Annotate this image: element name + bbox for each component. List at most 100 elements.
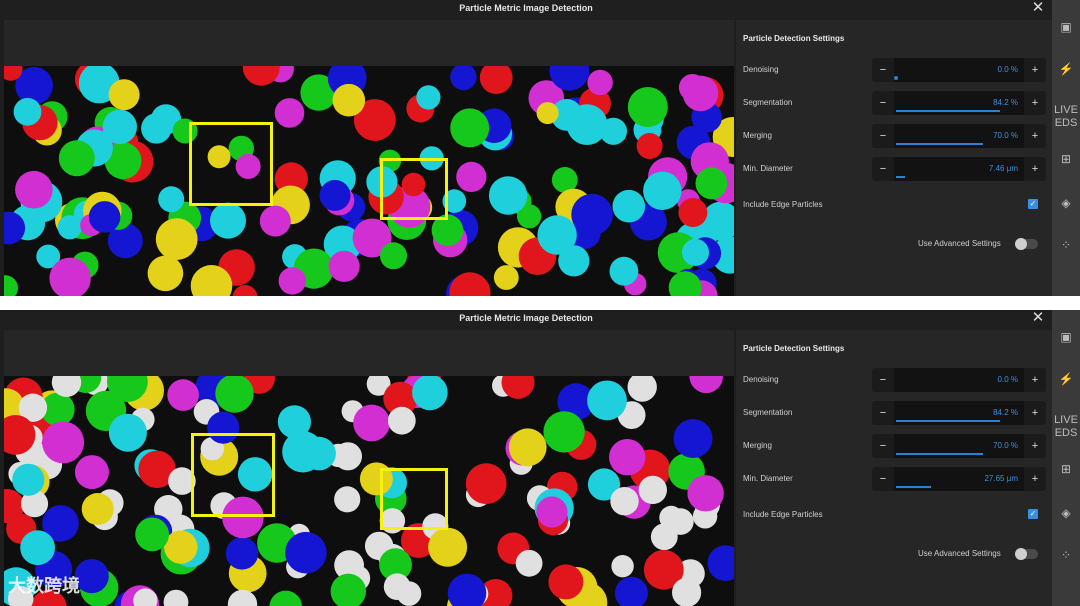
min-diameter-slider-fill[interactable] [896, 176, 905, 178]
particle [611, 555, 634, 578]
min-diameter-label: Min. Diameter [743, 164, 793, 173]
particle [612, 189, 646, 223]
particle [543, 411, 585, 453]
selection-box [380, 158, 448, 220]
particle [508, 428, 547, 467]
particle [163, 589, 189, 606]
segmentation-field[interactable]: 84.2 % [894, 401, 1024, 425]
layers-icon[interactable]: ◈ [1052, 196, 1080, 210]
include-edge-label: Include Edge Particles [743, 510, 823, 519]
denoising-field[interactable]: 0.0 % [894, 58, 1024, 82]
close-icon[interactable]: ✕ [1030, 310, 1046, 326]
live-tower-icon[interactable]: ⚡ [1052, 62, 1080, 76]
merging-decrease-button[interactable]: − [872, 434, 894, 458]
particle [672, 577, 702, 606]
min-diameter-increase-button[interactable]: + [1024, 467, 1046, 491]
image-view-icon[interactable]: ▣ [1052, 20, 1080, 34]
layers-icon[interactable]: ◈ [1052, 506, 1080, 520]
live-text: LIVE [1054, 104, 1078, 116]
particle [135, 517, 170, 552]
merging-value: 70.0 % [993, 131, 1018, 140]
segmentation-increase-button[interactable]: + [1024, 401, 1046, 425]
particle [571, 193, 613, 236]
particle [682, 238, 709, 266]
min-diameter-field[interactable]: 7.46 μm [894, 157, 1024, 181]
particle [4, 275, 18, 296]
min-diameter-field[interactable]: 27.65 μm [894, 467, 1024, 491]
particle [610, 487, 639, 516]
image-view-icon[interactable]: ▣ [1052, 330, 1080, 344]
particle [428, 527, 468, 567]
particle [380, 242, 407, 270]
segmentation-field[interactable]: 84.2 % [894, 91, 1024, 115]
denoising-label: Denoising [743, 65, 779, 74]
advanced-settings-toggle[interactable] [1015, 548, 1038, 560]
include-edge-checkbox[interactable]: ✓ [1028, 509, 1038, 519]
particle [167, 379, 199, 411]
particle [81, 493, 114, 525]
particle [450, 108, 490, 148]
particles-icon[interactable]: ⁘ [1052, 548, 1080, 562]
particle [20, 530, 56, 566]
particle [449, 272, 491, 296]
include-edge-checkbox[interactable]: ✓ [1028, 199, 1038, 209]
particle [74, 455, 109, 490]
particle [278, 267, 306, 295]
particle [636, 133, 663, 159]
particle [42, 421, 85, 464]
segmentation-slider-fill[interactable] [896, 110, 1000, 112]
toggle-knob [1015, 238, 1027, 250]
particle [12, 463, 45, 496]
advanced-settings-toggle[interactable] [1015, 238, 1038, 250]
merging-label: Merging [743, 131, 772, 140]
denoising-decrease-button[interactable]: − [872, 368, 894, 392]
merging-field[interactable]: 70.0 % [894, 434, 1024, 458]
selection-box [189, 122, 273, 206]
min-diameter-value: 7.46 μm [988, 164, 1018, 173]
close-icon[interactable]: ✕ [1030, 0, 1046, 16]
merging-field[interactable]: 70.0 % [894, 124, 1024, 148]
window-title: Particle Metric Image Detection [459, 313, 593, 323]
particle [387, 406, 416, 435]
live-tower-icon[interactable]: ⚡ [1052, 372, 1080, 386]
denoising-value: 0.0 % [997, 65, 1018, 74]
particle [141, 113, 172, 144]
segmentation-slider-fill[interactable] [896, 420, 1000, 422]
grid-icon[interactable]: ⊞ [1052, 152, 1080, 166]
selection-box [380, 468, 448, 530]
particle [274, 98, 305, 128]
particle [334, 486, 361, 513]
denoising-field[interactable]: 0.0 % [894, 368, 1024, 392]
particle [707, 545, 734, 581]
merging-decrease-button[interactable]: − [872, 124, 894, 148]
merging-slider-fill[interactable] [896, 143, 983, 145]
segmentation-decrease-button[interactable]: − [872, 401, 894, 425]
denoising-decrease-button[interactable]: − [872, 58, 894, 82]
right-tool-strip: ▣ ⚡ LIVE EDS ⊞ ◈ ⁘ [1052, 0, 1080, 296]
watermark-logo: 大数跨境 [8, 576, 80, 596]
merging-label: Merging [743, 441, 772, 450]
particle [536, 102, 559, 125]
grid-icon[interactable]: ⊞ [1052, 462, 1080, 476]
denoising-label: Denoising [743, 375, 779, 384]
particles-icon[interactable]: ⁘ [1052, 238, 1080, 252]
min-diameter-increase-button[interactable]: + [1024, 157, 1046, 181]
live-eds-label[interactable]: LIVE EDS [1052, 414, 1080, 440]
merging-increase-button[interactable]: + [1024, 124, 1046, 148]
segmentation-decrease-button[interactable]: − [872, 91, 894, 115]
denoising-slider-handle[interactable] [894, 76, 898, 80]
particle [479, 66, 513, 94]
min-diameter-decrease-button[interactable]: − [872, 157, 894, 181]
merging-slider-fill[interactable] [896, 453, 983, 455]
segmentation-increase-button[interactable]: + [1024, 91, 1046, 115]
denoising-increase-button[interactable]: + [1024, 368, 1046, 392]
live-eds-label[interactable]: LIVE EDS [1052, 104, 1080, 130]
particle [155, 218, 198, 260]
right-tool-strip: ▣ ⚡ LIVE EDS ⊞ ◈ ⁘ [1052, 310, 1080, 606]
denoising-increase-button[interactable]: + [1024, 58, 1046, 82]
min-diameter-decrease-button[interactable]: − [872, 467, 894, 491]
merging-increase-button[interactable]: + [1024, 434, 1046, 458]
particle [537, 215, 577, 255]
particle [614, 576, 648, 606]
min-diameter-slider-fill[interactable] [896, 486, 931, 488]
